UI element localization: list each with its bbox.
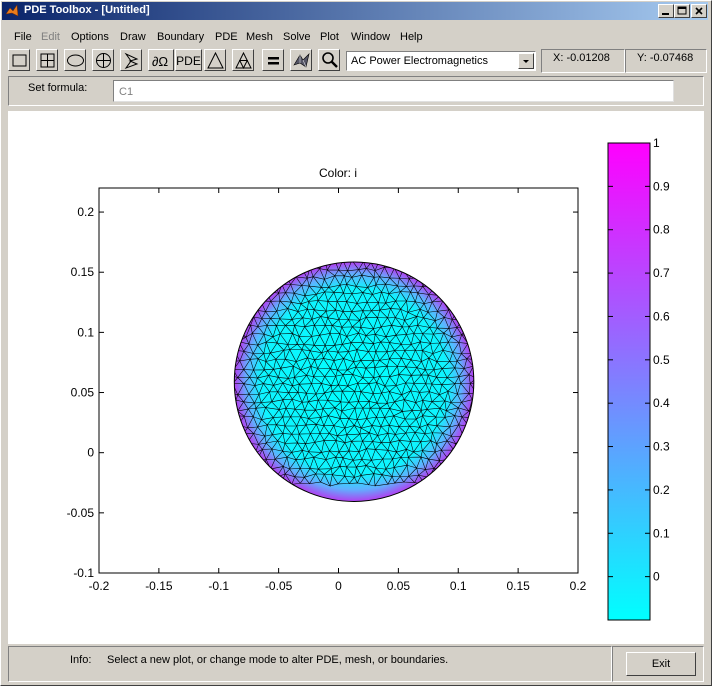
solve-icon [268,57,279,65]
rectangle-centered-icon [40,53,55,68]
ellipse-centered-icon [96,53,111,68]
menu-edit[interactable]: Edit [41,31,60,43]
boundary-mode-button[interactable]: ∂Ω [148,49,174,71]
dropdown-button[interactable] [518,53,534,69]
minimize-icon [662,13,669,15]
menu-pde[interactable]: PDE [215,31,238,43]
close-button[interactable] [691,4,707,18]
zoom-button[interactable] [318,49,340,71]
menu-help[interactable]: Help [400,31,423,43]
application-mode-value: AC Power Electromagnetics [351,55,488,67]
boundary-mode-icon: ∂Ω [152,54,168,69]
polygon-icon [124,52,139,70]
menu-bar: File Edit Options Draw Boundary PDE Mesh… [2,28,708,46]
menu-draw[interactable]: Draw [120,31,146,43]
set-formula-value: C1 [119,86,134,98]
init-mesh-icon [207,51,224,69]
menu-mesh[interactable]: Mesh [246,31,273,43]
solve-button[interactable] [262,49,284,71]
maximize-button[interactable] [674,4,690,18]
application-mode-select[interactable]: AC Power Electromagnetics [346,51,536,71]
y-coordinate: Y: -0.07468 [637,52,694,64]
ellipse-button[interactable] [64,49,86,71]
title-bar[interactable]: PDE Toolbox - [Untitled] [2,2,708,20]
set-formula-label: Set formula: [28,82,88,94]
info-label: Info: [70,654,92,666]
plot-icon [293,53,310,68]
rectangle-centered-button[interactable] [36,49,58,71]
menu-file[interactable]: File [14,31,32,43]
polygon-button[interactable] [120,49,142,71]
ellipse-centered-button[interactable] [92,49,114,71]
refine-mesh-button[interactable] [232,49,254,71]
chevron-down-icon [523,60,529,63]
zoom-icon [322,52,338,68]
info-text: Select a new plot, or change mode to alt… [107,654,449,666]
menu-solve[interactable]: Solve [283,31,311,43]
ellipse-icon [67,54,84,67]
pde-spec-button[interactable]: PDE [175,49,202,71]
rectangle-icon [12,54,27,67]
plot-canvas[interactable] [8,111,704,644]
menu-window[interactable]: Window [351,31,390,43]
init-mesh-button[interactable] [204,49,226,71]
refine-mesh-icon [235,51,252,70]
window-title: PDE Toolbox - [Untitled] [24,4,150,16]
set-formula-input[interactable]: C1 [113,80,674,102]
matlab-logo-icon [5,4,19,17]
pde-spec-label: PDE [176,54,201,68]
plot-title: Color: i [318,166,357,180]
svg-text:∂Ω: ∂Ω [152,54,168,69]
plot-button[interactable] [290,49,312,71]
x-coordinate: X: -0.01208 [553,52,610,64]
menu-boundary[interactable]: Boundary [157,31,204,43]
exit-button[interactable]: Exit [626,652,696,676]
close-icon [695,7,703,15]
minimize-button[interactable] [658,4,674,18]
menu-options[interactable]: Options [71,31,109,43]
menu-plot[interactable]: Plot [320,31,339,43]
maximize-icon [677,6,687,15]
rectangle-button[interactable] [8,49,30,71]
